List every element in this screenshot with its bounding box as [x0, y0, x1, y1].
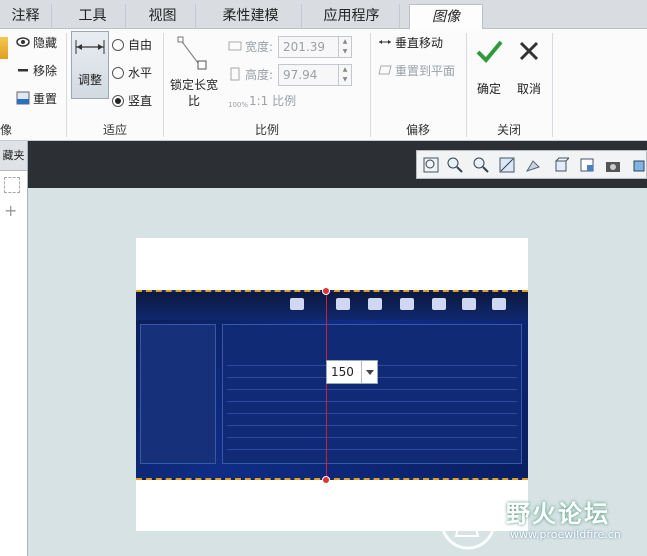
- one-to-one-scale-button[interactable]: 100%1:1 比例: [228, 91, 296, 111]
- radio-horizontal[interactable]: 水平: [112, 63, 152, 83]
- cancel-button[interactable]: 取消: [512, 37, 546, 97]
- radio-vertical[interactable]: 竖直: [112, 91, 152, 111]
- separator: [66, 33, 67, 137]
- image-sheet: 150: [136, 238, 528, 531]
- tab-tools[interactable]: 工具: [60, 4, 126, 29]
- adjust-label: 调整: [77, 73, 102, 87]
- adjust-button[interactable]: 调整: [71, 31, 109, 99]
- placed-image[interactable]: [136, 290, 528, 480]
- forum-watermark: 野火论坛 www.proewildfire.cn: [438, 490, 647, 556]
- yellow-pencil-icon: [0, 37, 8, 59]
- add-icon[interactable]: +: [4, 203, 17, 219]
- repaint-icon[interactable]: [525, 157, 541, 173]
- reset-button[interactable]: 重置: [16, 89, 57, 109]
- display-style-icon[interactable]: [605, 157, 621, 173]
- saved-views-icon[interactable]: [579, 157, 595, 173]
- horizontal-arrows-icon: [378, 35, 392, 49]
- refit-icon[interactable]: [499, 157, 515, 173]
- dimension-value-combo[interactable]: 150: [326, 360, 378, 384]
- radio-selected-icon: [112, 95, 124, 107]
- tab-annotate[interactable]: 注释: [0, 4, 52, 29]
- bottom-drag-handle[interactable]: [322, 476, 330, 484]
- nav-icon: [400, 298, 414, 310]
- watermark-url: www.proewildfire.cn: [510, 528, 621, 541]
- eye-icon: [16, 35, 30, 49]
- group-title-image: 像: [0, 123, 13, 137]
- height-field[interactable]: 97.94 ▲ ▼: [278, 64, 352, 86]
- group-title-scale: 比例: [254, 123, 279, 137]
- hide-button[interactable]: 隐藏: [16, 33, 57, 53]
- grid-icon[interactable]: [4, 177, 20, 193]
- table-row: [227, 425, 517, 426]
- reset-icon: [16, 91, 30, 105]
- checkmark-icon: [476, 40, 503, 63]
- radio-free[interactable]: 自由: [112, 35, 152, 55]
- close-icon: [519, 41, 539, 61]
- flame-logo-icon: [440, 494, 496, 550]
- width-field[interactable]: 201.39 ▲ ▼: [278, 36, 352, 58]
- nav-home-icon: [290, 298, 304, 310]
- image-sidebar: [140, 324, 216, 464]
- tab-view[interactable]: 视图: [130, 4, 196, 29]
- separator: [552, 33, 553, 137]
- lock-aspect-ratio-button[interactable]: 锁定长宽比: [166, 77, 222, 109]
- scale-100-icon: 100%: [228, 101, 249, 109]
- image-header-band: [136, 292, 528, 320]
- ribbon: 隐藏 移除 重置 像 调整 自由 水平 竖直 适应 锁定长宽比 宽度: 201.…: [0, 29, 647, 141]
- top-drag-handle[interactable]: [322, 287, 330, 295]
- minus-icon: [16, 63, 30, 77]
- radio-icon: [112, 39, 124, 51]
- ok-button[interactable]: 确定: [472, 37, 506, 97]
- nav-icon: [368, 298, 382, 310]
- image-content-table: [222, 324, 522, 464]
- group-title-fit: 适应: [102, 123, 127, 137]
- zoom-window-icon[interactable]: [423, 157, 439, 173]
- height-spinner[interactable]: ▲ ▼: [338, 65, 351, 85]
- cube-shaded-icon[interactable]: [631, 157, 647, 173]
- radio-icon: [112, 67, 124, 79]
- watermark-title: 野火论坛: [506, 500, 610, 528]
- table-row: [227, 449, 517, 450]
- zoom-out-icon[interactable]: [473, 157, 489, 173]
- table-row: [227, 437, 517, 438]
- vertical-move-button[interactable]: 垂直移动: [378, 33, 443, 53]
- reset-to-plane-button[interactable]: 重置到平面: [378, 61, 455, 81]
- fit-width-icon: [75, 40, 105, 54]
- height-label: 高度:: [228, 65, 273, 85]
- tab-image[interactable]: 图像: [409, 4, 483, 30]
- chevron-down-icon[interactable]: [361, 361, 377, 383]
- cube-icon[interactable]: [553, 157, 571, 173]
- table-row: [227, 401, 517, 402]
- nav-icon: [336, 298, 350, 310]
- height-icon: [228, 67, 242, 81]
- favorites-tab[interactable]: 藏夹: [0, 141, 27, 171]
- group-title-offset: 偏移: [405, 123, 430, 137]
- plane-icon: [378, 63, 392, 77]
- width-spinner[interactable]: ▲ ▼: [338, 37, 351, 57]
- nav-icon: [492, 298, 506, 310]
- zoom-in-icon[interactable]: [447, 157, 463, 173]
- view-toolbar: [416, 150, 647, 179]
- width-label: 宽度:: [228, 37, 273, 57]
- lock-aspect-icon: [176, 35, 210, 75]
- remove-button[interactable]: 移除: [16, 61, 57, 81]
- nav-icon: [462, 298, 476, 310]
- table-row: [227, 413, 517, 414]
- width-icon: [228, 39, 242, 53]
- group-title-close: 关闭: [496, 123, 521, 137]
- tab-flexible-modeling[interactable]: 柔性建模: [200, 4, 302, 29]
- vertical-guide-line[interactable]: [326, 288, 327, 484]
- ribbon-tab-bar: 注释 工具 视图 柔性建模 应用程序 图像: [0, 0, 647, 30]
- tab-applications[interactable]: 应用程序: [304, 4, 400, 29]
- left-panel: 藏夹 +: [0, 141, 28, 556]
- table-row: [227, 389, 517, 390]
- nav-icon: [432, 298, 446, 310]
